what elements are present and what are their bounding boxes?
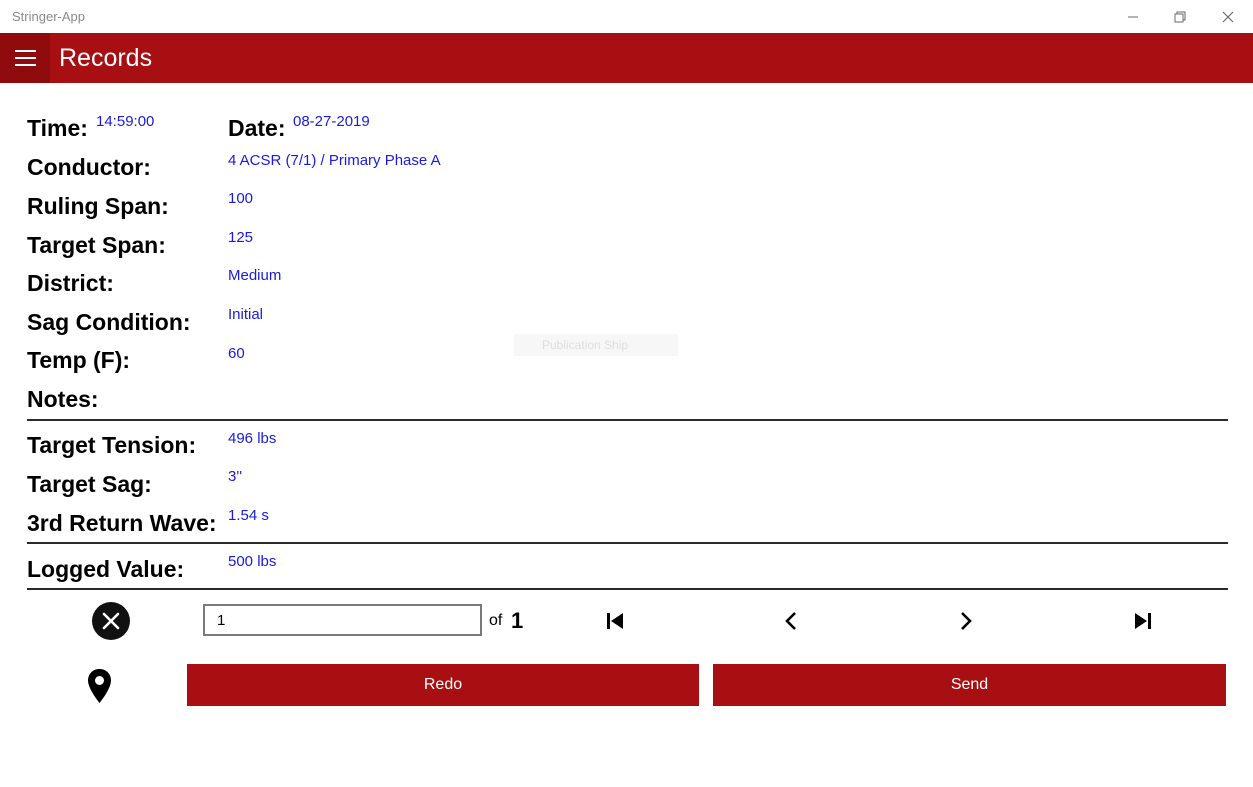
minimize-icon — [1128, 16, 1138, 17]
district-value: Medium — [228, 267, 282, 284]
divider — [27, 588, 1228, 590]
target-tension-value: 496 lbs — [228, 430, 277, 447]
delete-record-button[interactable] — [92, 602, 130, 640]
ruling-span-label: Ruling Span: — [27, 193, 169, 219]
next-page-button[interactable] — [951, 606, 981, 636]
target-sag-value: 3'' — [228, 468, 243, 485]
last-page-icon — [1135, 613, 1151, 629]
logged-value-label: Logged Value: — [27, 556, 185, 582]
close-icon — [1222, 11, 1234, 22]
sag-condition-value: Initial — [228, 306, 264, 323]
ghost-overlay-text: Publication Ship — [514, 334, 678, 356]
time-value: 14:59:00 — [96, 113, 155, 130]
window-title: Stringer-App — [12, 9, 85, 24]
close-window-button[interactable] — [1205, 0, 1251, 33]
previous-page-button[interactable] — [776, 606, 806, 636]
page-title: Records — [59, 44, 153, 72]
return-wave-value: 1.54 s — [228, 507, 269, 524]
date-value: 08-27-2019 — [293, 113, 370, 130]
date-label: Date: — [228, 115, 286, 141]
target-tension-label: Target Tension: — [27, 432, 197, 458]
hamburger-icon-line — [14, 50, 36, 52]
window-titlebar: Stringer-App — [0, 0, 1253, 33]
conductor-value: 4 ACSR (7/1) / Primary Phase A — [228, 152, 441, 169]
app-header: Records — [0, 33, 1253, 83]
temp-value: 60 — [228, 345, 245, 362]
sag-condition-label: Sag Condition: — [27, 309, 191, 335]
redo-button[interactable]: Redo — [187, 664, 699, 706]
target-span-label: Target Span: — [27, 232, 166, 258]
district-label: District: — [27, 270, 114, 296]
divider — [27, 542, 1228, 544]
minimize-button[interactable] — [1110, 0, 1156, 33]
divider — [27, 419, 1228, 421]
ruling-span-value: 100 — [228, 190, 254, 207]
return-wave-label: 3rd Return Wave: — [27, 510, 217, 536]
temp-label: Temp (F): — [27, 347, 131, 373]
of-label: of — [489, 612, 503, 629]
total-pages: 1 — [511, 608, 524, 633]
chevron-left-icon — [785, 612, 796, 630]
map-pin-icon[interactable] — [86, 668, 113, 704]
send-button[interactable]: Send — [713, 664, 1226, 706]
chevron-right-icon — [961, 612, 972, 630]
conductor-label: Conductor: — [27, 154, 151, 180]
hamburger-icon-line — [14, 57, 36, 59]
target-span-value: 125 — [228, 229, 254, 246]
hamburger-icon-line — [14, 64, 36, 66]
notes-label: Notes: — [27, 386, 99, 412]
close-circle-icon — [102, 612, 120, 630]
time-label: Time: — [27, 115, 88, 141]
last-page-button[interactable] — [1128, 606, 1158, 636]
first-page-button[interactable] — [600, 606, 630, 636]
first-page-icon — [607, 613, 623, 629]
restore-icon — [1174, 11, 1186, 22]
restore-button[interactable] — [1157, 0, 1203, 33]
hamburger-menu-button[interactable] — [0, 33, 50, 83]
logged-value-value: 500 lbs — [228, 553, 277, 570]
page-number-input[interactable] — [203, 604, 482, 636]
target-sag-label: Target Sag: — [27, 471, 152, 497]
